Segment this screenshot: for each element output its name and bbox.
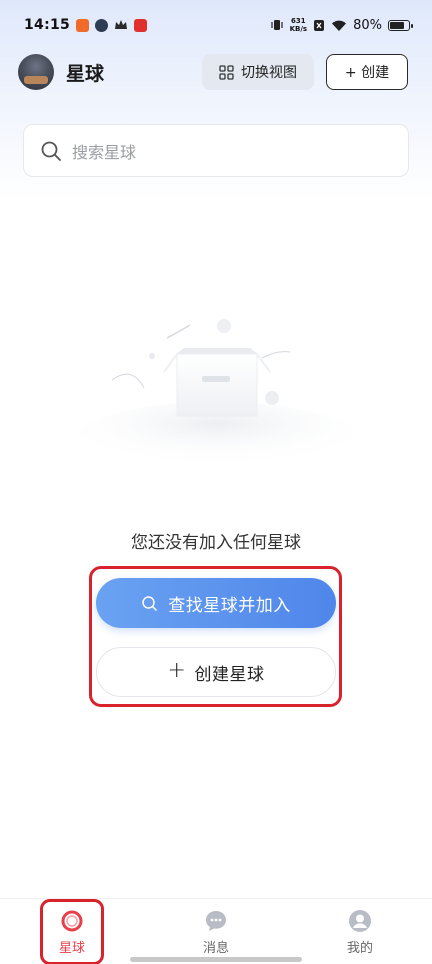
battery-percent: 80% xyxy=(353,17,382,33)
sim-icon xyxy=(314,19,325,31)
grid-icon xyxy=(219,64,234,80)
status-time: 14:15 xyxy=(24,17,71,33)
status-bar-left: 14:15 xyxy=(24,17,148,33)
vibrate-icon xyxy=(271,20,283,30)
notification-app-icon xyxy=(95,18,109,32)
search-icon xyxy=(41,141,61,161)
search-placeholder: 搜索星球 xyxy=(72,142,137,162)
annotation-highlight-nav xyxy=(40,899,104,964)
battery-icon xyxy=(388,19,413,31)
network-speed-value: 631 xyxy=(291,17,306,25)
status-bar-right: 631 KB/s 80% xyxy=(270,17,413,33)
message-icon xyxy=(206,911,226,931)
page-title: 星球 xyxy=(66,62,105,85)
network-speed-unit: KB/s xyxy=(289,25,308,33)
status-bar: 14:15 631 KB/s 80% xyxy=(0,0,432,50)
nav-item-profile[interactable]: 我的 xyxy=(288,899,432,964)
crown-icon xyxy=(115,20,128,29)
notification-app-icon xyxy=(134,18,148,32)
network-speed: 631 KB/s xyxy=(290,17,307,33)
empty-box-illustration xyxy=(77,319,357,474)
annotation-highlight-buttons xyxy=(89,566,342,707)
empty-state-message: 您还没有加入任何星球 xyxy=(131,533,301,553)
top-header: 星球 切换视图 + 创建 xyxy=(0,50,432,94)
avatar[interactable] xyxy=(18,54,54,90)
search-input[interactable]: 搜索星球 xyxy=(23,124,409,177)
nav-item-messages[interactable]: 消息 xyxy=(144,899,288,964)
create-label: + 创建 xyxy=(344,65,390,81)
notification-app-icon xyxy=(76,18,90,32)
nav-label-profile: 我的 xyxy=(346,941,373,956)
switch-view-button[interactable]: 切换视图 xyxy=(202,54,314,90)
profile-icon xyxy=(349,910,371,932)
wifi-icon xyxy=(332,20,347,31)
create-button[interactable]: + 创建 xyxy=(326,54,408,90)
switch-view-label: 切换视图 xyxy=(241,65,297,81)
home-indicator xyxy=(130,957,302,962)
nav-label-messages: 消息 xyxy=(202,941,229,956)
